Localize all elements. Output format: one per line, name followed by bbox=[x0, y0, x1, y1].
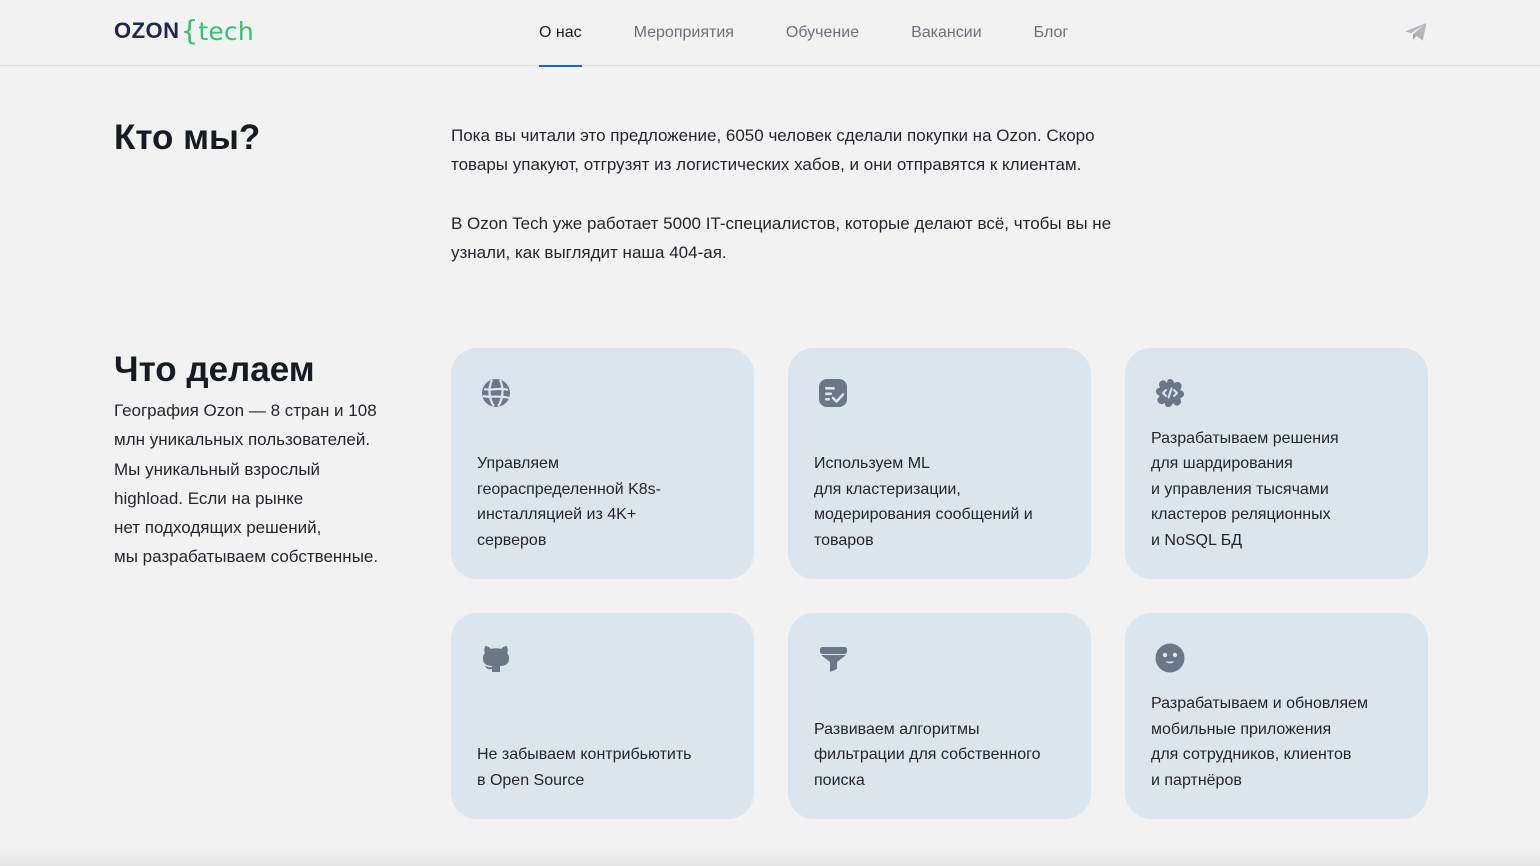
card-text: Используем ML для кластеризации, модерир… bbox=[814, 455, 1033, 549]
what-title: Что делаем bbox=[114, 350, 315, 389]
globe-icon bbox=[482, 379, 510, 407]
logo-ozon-text: OZON bbox=[114, 18, 180, 43]
nav-item-about[interactable]: О нас bbox=[539, 0, 582, 67]
what-description: География Ozon — 8 стран и 108 млн уника… bbox=[114, 401, 379, 567]
card-search-filter: Развиваем алгоритмы фильтрации для собст… bbox=[788, 613, 1091, 819]
card-text: Разрабатываем решения для шардирования и… bbox=[1151, 429, 1339, 549]
who-description: Пока вы читали это предложение, 6050 чел… bbox=[451, 121, 1151, 267]
nav-item-education[interactable]: Обучение bbox=[786, 0, 859, 66]
who-paragraph: В Ozon Tech уже работает 5000 IT-специал… bbox=[451, 213, 1112, 262]
logo-tech-text: tech bbox=[198, 16, 254, 46]
site-header: OZON { tech О нас Мероприятия Обучение В… bbox=[0, 0, 1540, 67]
main-nav: О нас Мероприятия Обучение Вакансии Блог bbox=[539, 0, 1120, 67]
code-gear-icon bbox=[1156, 379, 1184, 407]
who-title: Кто мы? bbox=[114, 118, 261, 157]
logo-brace: { bbox=[180, 14, 199, 47]
github-icon bbox=[483, 646, 509, 672]
ozon-tech-logo[interactable]: OZON { tech bbox=[114, 14, 254, 48]
card-open-source: Не забываем контрибьютить в Open Source bbox=[451, 613, 754, 819]
card-text: Не забываем контрибьютить в Open Source bbox=[477, 746, 692, 789]
filter-icon bbox=[820, 647, 847, 672]
telegram-icon[interactable] bbox=[1404, 22, 1428, 42]
card-text: Развиваем алгоритмы фильтрации для собст… bbox=[814, 720, 1041, 789]
nav-item-events[interactable]: Мероприятия bbox=[634, 0, 734, 66]
nav-item-blog[interactable]: Блог bbox=[1034, 0, 1069, 66]
card-mobile-apps: Разрабатываем и обновляем мобильные прил… bbox=[1125, 613, 1428, 819]
card-k8s: Управляем геораспределенной K8s- инсталл… bbox=[451, 348, 754, 579]
smiley-icon bbox=[1155, 643, 1185, 673]
card-text: Управляем геораспределенной K8s- инсталл… bbox=[477, 455, 661, 549]
nav-item-vacancies[interactable]: Вакансии bbox=[911, 0, 982, 66]
bottom-fade bbox=[0, 846, 1540, 866]
document-check-icon bbox=[819, 379, 847, 407]
card-sharding: Разрабатываем решения для шардирования и… bbox=[1125, 348, 1428, 579]
card-text: Разрабатываем и обновляем мобильные прил… bbox=[1151, 695, 1368, 789]
card-ml: Используем ML для кластеризации, модерир… bbox=[788, 348, 1091, 579]
who-paragraph: Пока вы читали это предложение, 6050 чел… bbox=[451, 126, 1095, 175]
page: OZON { tech О нас Мероприятия Обучение В… bbox=[0, 0, 1540, 866]
